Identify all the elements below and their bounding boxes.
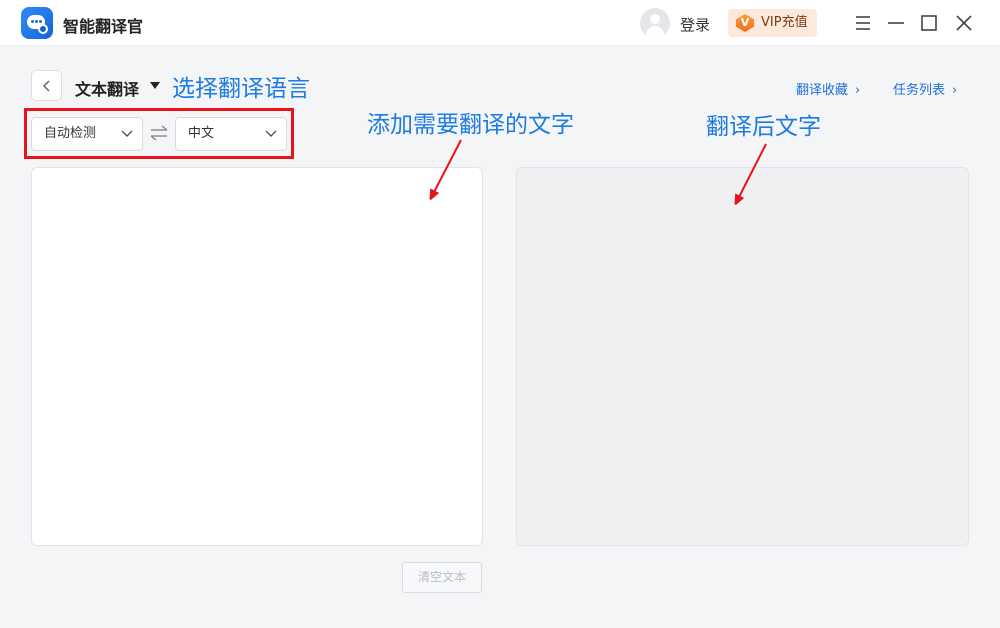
vip-label: VIP充值 bbox=[761, 15, 808, 30]
app-title: 智能翻译官 bbox=[63, 17, 144, 36]
back-button[interactable] bbox=[31, 70, 62, 101]
tasks-link-label: 任务列表 bbox=[893, 83, 946, 98]
clear-text-button[interactable]: 清空文本 bbox=[402, 562, 482, 593]
chevron-left-icon bbox=[42, 80, 50, 92]
maximize-icon bbox=[921, 15, 937, 31]
caret-down-icon[interactable] bbox=[150, 82, 160, 89]
menu-button[interactable] bbox=[850, 10, 876, 36]
hamburger-icon bbox=[856, 16, 870, 30]
login-button[interactable]: 登录 bbox=[680, 14, 710, 35]
close-button[interactable] bbox=[951, 10, 977, 36]
target-language-value: 中文 bbox=[188, 126, 215, 141]
chevron-down-icon bbox=[265, 130, 277, 137]
minimize-icon bbox=[888, 22, 904, 24]
annotation-select-language: 选择翻译语言 bbox=[172, 76, 310, 102]
target-language-select[interactable]: 中文 bbox=[175, 117, 287, 151]
close-icon bbox=[956, 15, 972, 31]
minimize-button[interactable] bbox=[883, 10, 909, 36]
translated-text-output bbox=[516, 167, 969, 546]
app-logo-icon bbox=[21, 7, 53, 39]
favorites-link[interactable]: 翻译收藏 › bbox=[796, 79, 860, 98]
tasks-link[interactable]: 任务列表 › bbox=[893, 79, 957, 98]
annotation-add-text: 添加需要翻译的文字 bbox=[367, 112, 574, 138]
favorites-link-label: 翻译收藏 bbox=[796, 83, 849, 98]
vip-recharge-button[interactable]: V VIP充值 bbox=[728, 9, 817, 37]
title-bar: 智能翻译官 登录 V VIP充值 bbox=[0, 0, 1000, 46]
source-language-select[interactable]: 自动检测 bbox=[31, 117, 143, 151]
source-language-value: 自动检测 bbox=[44, 126, 97, 141]
maximize-button[interactable] bbox=[916, 10, 942, 36]
swap-languages-icon[interactable] bbox=[149, 124, 169, 142]
source-text-input[interactable] bbox=[31, 167, 483, 546]
avatar[interactable] bbox=[640, 8, 670, 38]
mode-selector-label[interactable]: 文本翻译 bbox=[75, 76, 139, 100]
chevron-right-icon: › bbox=[855, 83, 861, 98]
annotation-translated-text: 翻译后文字 bbox=[706, 114, 821, 140]
chevron-right-icon: › bbox=[952, 83, 958, 98]
vip-icon: V bbox=[736, 14, 754, 32]
chevron-down-icon bbox=[121, 130, 133, 137]
